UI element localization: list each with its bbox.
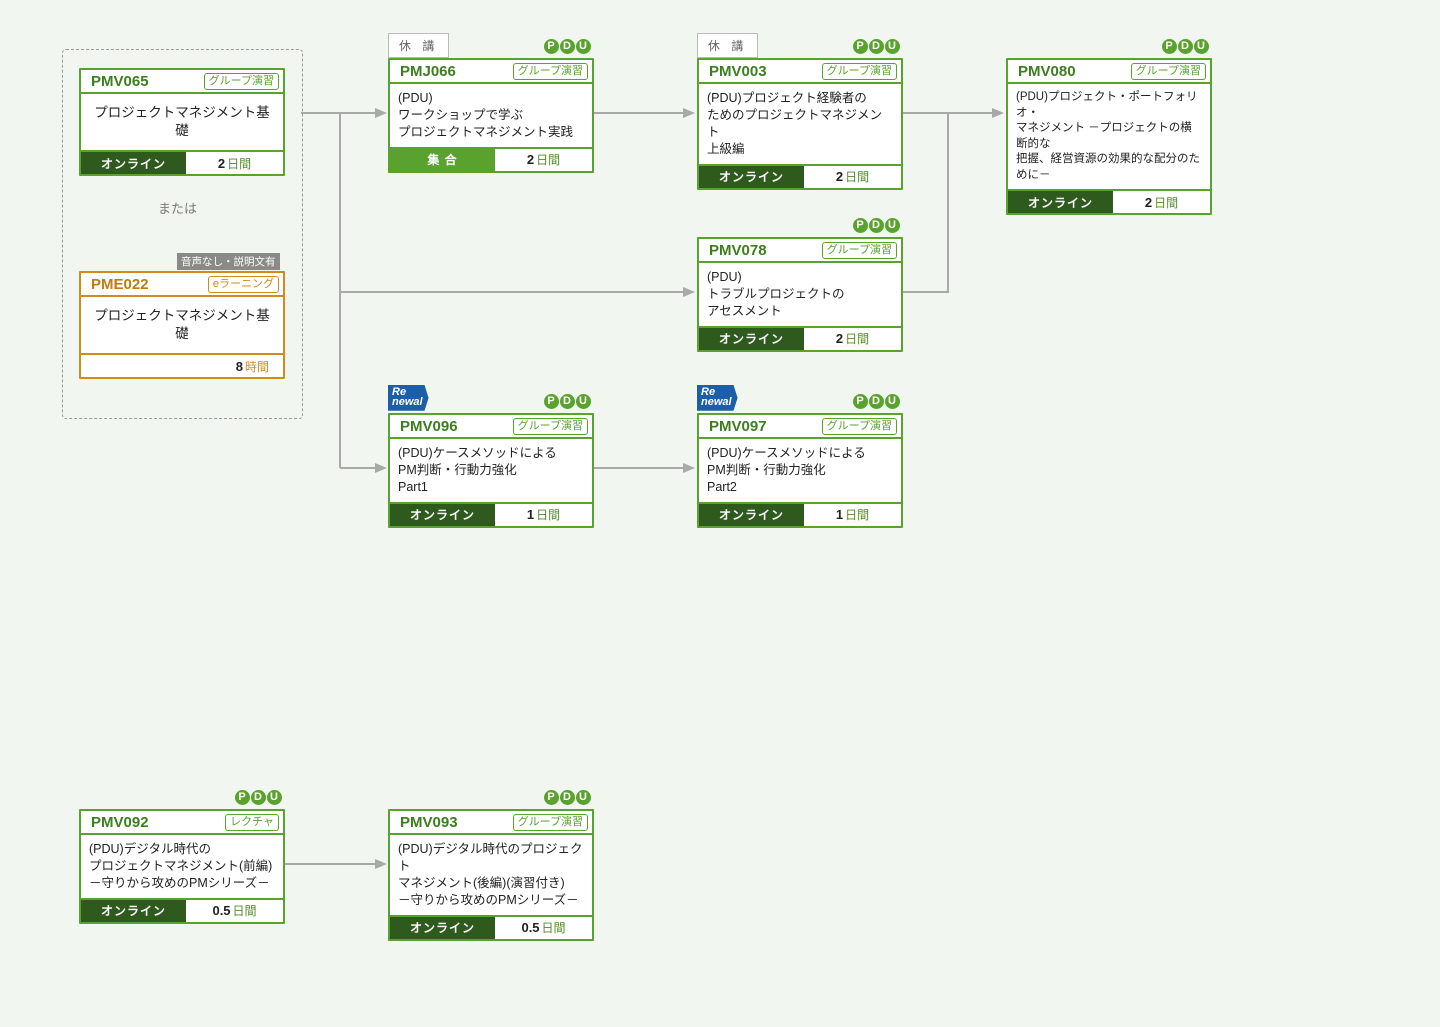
course-title: (PDU) ワークショップで学ぶ プロジェクトマネジメント実践 xyxy=(390,84,592,147)
course-title: (PDU)デジタル時代のプロジェクト マネジメント(後編)(演習付き) －守りか… xyxy=(390,835,592,915)
course-type-tag: グループ演習 xyxy=(822,242,897,259)
pdu-badge: PDU xyxy=(543,391,591,409)
delivery-mode: オンライン xyxy=(699,166,804,188)
card-pmv093[interactable]: PMV093 グループ演習 (PDU)デジタル時代のプロジェクト マネジメント(後… xyxy=(388,809,594,941)
duration: 1日間 xyxy=(495,504,592,526)
delivery-mode: オンライン xyxy=(390,917,495,939)
pdu-badge: PDU xyxy=(852,215,900,233)
course-type-tag: グループ演習 xyxy=(513,418,588,435)
course-code: PME022 xyxy=(91,276,161,293)
card-pmv097[interactable]: PMV097 グループ演習 (PDU)ケースメソッドによる PM判断・行動力強化 … xyxy=(697,413,903,528)
badge-cancelled: 休 講 xyxy=(697,33,758,58)
course-code: PMV078 xyxy=(709,242,779,259)
badge-cancelled: 休 講 xyxy=(388,33,449,58)
note-audio: 音声なし・説明文有 xyxy=(177,253,280,270)
pdu-badge: PDU xyxy=(234,787,282,805)
delivery-mode: オンライン xyxy=(81,900,186,922)
course-code: PMV096 xyxy=(400,418,470,435)
card-pme022[interactable]: PME022 eラーニング プロジェクトマネジメント基礎 8時間 xyxy=(79,271,285,379)
card-pmv078[interactable]: PMV078 グループ演習 (PDU) トラブルプロジェクトの アセスメント オン… xyxy=(697,237,903,352)
course-title: (PDU) トラブルプロジェクトの アセスメント xyxy=(699,263,901,326)
pdu-badge: PDU xyxy=(543,36,591,54)
course-title: (PDU)ケースメソッドによる PM判断・行動力強化 Part2 xyxy=(699,439,901,502)
duration: 2日間 xyxy=(495,149,592,171)
delivery-mode: オンライン xyxy=(699,328,804,350)
course-title: (PDU)プロジェクト経験者の ためのプロジェクトマネジメント 上級編 xyxy=(699,84,901,164)
course-code: PMV080 xyxy=(1018,63,1088,80)
course-type-tag: グループ演習 xyxy=(204,73,279,90)
delivery-mode: オンライン xyxy=(699,504,804,526)
delivery-mode: オンライン xyxy=(81,152,186,174)
duration: 8時間 xyxy=(81,355,283,377)
course-type-tag: eラーニング xyxy=(208,276,279,293)
course-code: PMV003 xyxy=(709,63,779,80)
badge-renewal: Renewal xyxy=(701,388,732,408)
course-code: PMJ066 xyxy=(400,63,470,80)
card-pmj066[interactable]: PMJ066 グループ演習 (PDU) ワークショップで学ぶ プロジェクトマネジメ… xyxy=(388,58,594,173)
pdu-badge: PDU xyxy=(852,391,900,409)
badge-renewal: Renewal xyxy=(392,388,423,408)
duration: 2日間 xyxy=(804,328,901,350)
card-pmv003[interactable]: PMV003 グループ演習 (PDU)プロジェクト経験者の ためのプロジェクトマネ… xyxy=(697,58,903,190)
course-type-tag: グループ演習 xyxy=(513,814,588,831)
duration: 0.5日間 xyxy=(186,900,283,922)
course-code: PMV092 xyxy=(91,814,161,831)
delivery-mode: オンライン xyxy=(390,504,495,526)
duration: 2日間 xyxy=(186,152,283,174)
duration: 1日間 xyxy=(804,504,901,526)
course-title: プロジェクトマネジメント基礎 xyxy=(81,94,283,150)
delivery-mode: オンライン xyxy=(1008,191,1113,213)
card-pmv080[interactable]: PMV080 グループ演習 (PDU)プロジェクト・ポートフォリオ・ マネジメント… xyxy=(1006,58,1212,215)
card-pmv096[interactable]: PMV096 グループ演習 (PDU)ケースメソッドによる PM判断・行動力強化 … xyxy=(388,413,594,528)
course-type-tag: グループ演習 xyxy=(822,418,897,435)
duration: 0.5日間 xyxy=(495,917,592,939)
course-title: (PDU)プロジェクト・ポートフォリオ・ マネジメント －プロジェクトの横断的な… xyxy=(1008,84,1210,189)
course-code: PMV097 xyxy=(709,418,779,435)
course-title: (PDU)ケースメソッドによる PM判断・行動力強化 Part1 xyxy=(390,439,592,502)
course-type-tag: グループ演習 xyxy=(822,63,897,80)
course-type-tag: グループ演習 xyxy=(1131,63,1206,80)
delivery-mode: 集 合 xyxy=(390,149,495,171)
course-type-tag: グループ演習 xyxy=(513,63,588,80)
pdu-badge: PDU xyxy=(1161,36,1209,54)
course-type-tag: レクチャ xyxy=(225,814,279,831)
course-title: プロジェクトマネジメント基礎 xyxy=(81,297,283,353)
course-code: PMV093 xyxy=(400,814,470,831)
duration: 2日間 xyxy=(804,166,901,188)
duration: 2日間 xyxy=(1113,191,1210,213)
card-pmv065[interactable]: PMV065 グループ演習 プロジェクトマネジメント基礎 オンライン2日間 xyxy=(79,68,285,176)
course-code: PMV065 xyxy=(91,73,161,90)
pdu-badge: PDU xyxy=(852,36,900,54)
pdu-badge: PDU xyxy=(543,787,591,805)
card-pmv092[interactable]: PMV092 レクチャ (PDU)デジタル時代の プロジェクトマネジメント(前編)… xyxy=(79,809,285,924)
group-or-label: または xyxy=(158,198,197,217)
course-title: (PDU)デジタル時代の プロジェクトマネジメント(前編) －守りから攻めのPM… xyxy=(81,835,283,898)
